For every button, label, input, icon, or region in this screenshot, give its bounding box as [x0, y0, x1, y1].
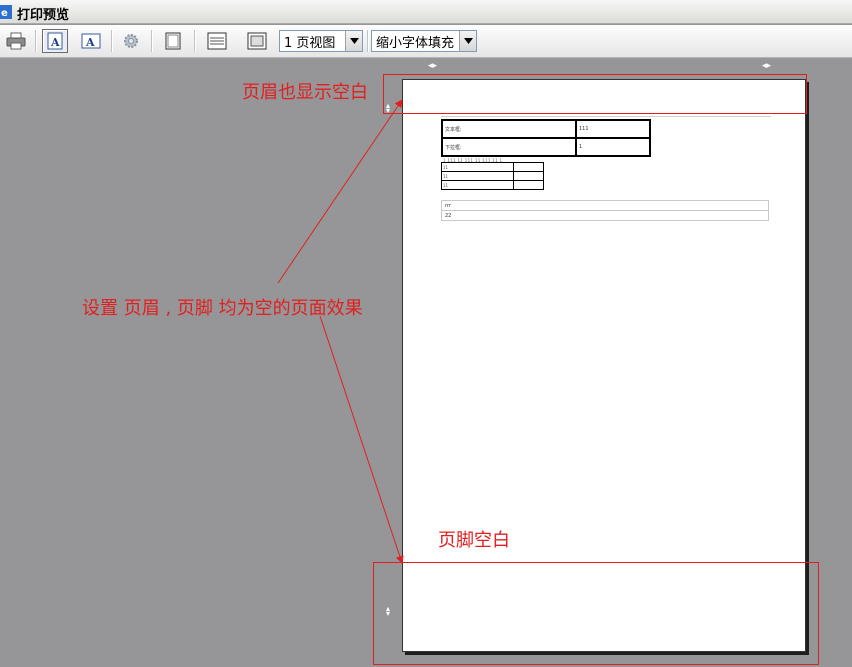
annotation-arrows	[277, 99, 404, 564]
header-arrow	[277, 99, 403, 284]
footer-arrow	[319, 315, 404, 564]
